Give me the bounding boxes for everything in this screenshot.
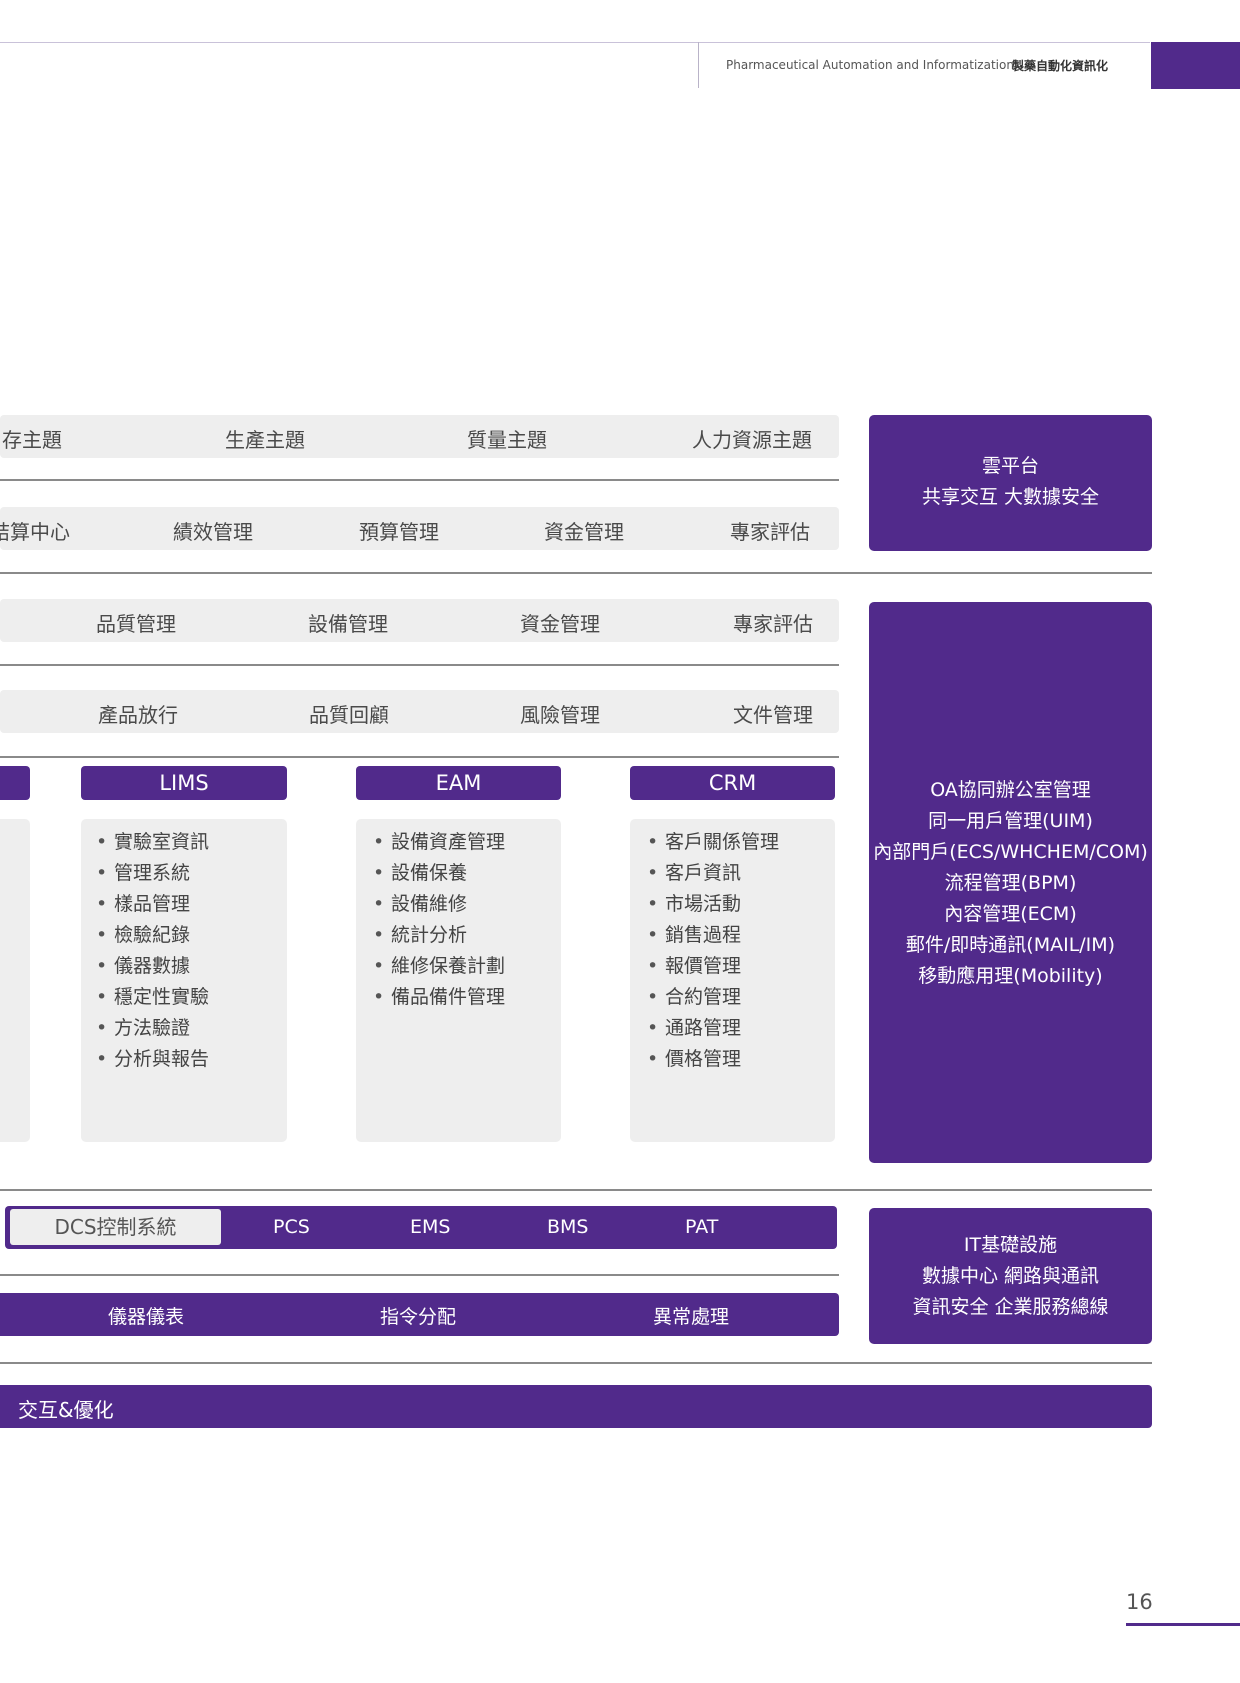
oa-line-6: 郵件/即時通訊(MAIL/IM) xyxy=(905,934,1116,956)
list-item: 維修保養計劃 xyxy=(373,951,561,982)
oa-line-2: 同一用戶管理(UIM) xyxy=(928,810,1093,832)
it-infrastructure-panel: IT基礎設施 數據中心 網路與通訊 資訊安全 企業服務總線 xyxy=(869,1208,1152,1344)
ems-label: EMS xyxy=(410,1216,451,1238)
list-item: 報價管理 xyxy=(647,951,835,982)
eam-box: 設備資產管理 設備保養 設備維修 統計分析 維修保養計劃 備品備件管理 xyxy=(356,819,561,1142)
cutoff-system-header xyxy=(0,766,30,800)
header-separator xyxy=(698,42,699,88)
product-release: 產品放行 xyxy=(98,703,178,727)
divider-2 xyxy=(0,572,1152,574)
it-line-2: 數據中心 網路與通訊 xyxy=(921,1265,1100,1287)
lims-box: 實驗室資訊 管理系統 樣品管理 檢驗紀錄 儀器數據 穩定性實驗 方法驗證 分析與… xyxy=(81,819,287,1142)
oa-line-1: OA協同辦公室管理 xyxy=(930,779,1091,801)
quality-funds-mgmt: 資金管理 xyxy=(520,612,600,636)
cutoff-system-box xyxy=(0,819,30,1142)
list-item: 儀器數據 xyxy=(96,951,287,982)
mgmt-expert-eval: 專家評估 xyxy=(730,520,810,544)
dcs-control-system: DCS控制系統 xyxy=(10,1209,221,1245)
list-item: 設備保養 xyxy=(373,858,561,889)
pcs-label: PCS xyxy=(273,1216,310,1238)
list-item: 銷售過程 xyxy=(647,920,835,951)
list-item: 市場活動 xyxy=(647,889,835,920)
interaction-optimization-label: 交互&優化 xyxy=(18,1398,114,1422)
list-item: 檢驗紀錄 xyxy=(96,920,287,951)
header-chinese-title: 製藥自動化資訊化 xyxy=(1012,59,1109,73)
quality-review: 品質回顧 xyxy=(309,703,389,727)
list-item: 實驗室資訊 xyxy=(96,827,287,858)
pat-label: PAT xyxy=(685,1216,719,1238)
exception-handling-label: 異常處理 xyxy=(653,1306,730,1328)
it-line-3: 資訊安全 企業服務總線 xyxy=(912,1296,1109,1318)
header-english-title: Pharmaceutical Automation and Informatiz… xyxy=(726,58,1014,72)
cloud-title: 雲平台 xyxy=(981,455,1039,477)
oa-panel: OA協同辦公室管理 同一用戶管理(UIM) 內部門戶(ECS/WHCHEM/CO… xyxy=(869,602,1152,1163)
list-item: 合約管理 xyxy=(647,982,835,1013)
divider-4 xyxy=(0,756,839,758)
crm-header: CRM xyxy=(630,766,835,800)
mgmt-settlement-center: 結算中心 xyxy=(0,520,70,544)
list-item: 客戶資訊 xyxy=(647,858,835,889)
quality-mgmt: 品質管理 xyxy=(96,612,176,636)
oa-line-4: 流程管理(BPM) xyxy=(944,872,1077,894)
list-item: 管理系統 xyxy=(96,858,287,889)
command-dispatch-label: 指令分配 xyxy=(380,1306,457,1328)
divider-7 xyxy=(0,1362,1152,1364)
list-item: 價格管理 xyxy=(647,1044,835,1075)
header-accent-block xyxy=(1151,42,1240,89)
crm-box: 客戶關係管理 客戶資訊 市場活動 銷售過程 報價管理 合約管理 通路管理 價格管… xyxy=(630,819,835,1142)
mgmt-funds: 資金管理 xyxy=(544,520,624,544)
bms-label: BMS xyxy=(547,1216,589,1238)
divider-3 xyxy=(0,664,839,666)
theme-hr: 人力資源主題 xyxy=(692,428,812,452)
quality-expert-eval: 專家評估 xyxy=(733,612,813,636)
it-title: IT基礎設施 xyxy=(963,1234,1058,1256)
mgmt-budget: 預算管理 xyxy=(359,520,439,544)
equipment-mgmt: 設備管理 xyxy=(308,612,388,636)
cloud-subtitle: 共享交互 大數據安全 xyxy=(921,486,1100,508)
divider-1 xyxy=(0,479,839,481)
oa-line-3: 內部門戶(ECS/WHCHEM/COM) xyxy=(873,841,1148,863)
list-item: 分析與報告 xyxy=(96,1044,287,1075)
list-item: 備品備件管理 xyxy=(373,982,561,1013)
list-item: 通路管理 xyxy=(647,1013,835,1044)
list-item: 客戶關係管理 xyxy=(647,827,835,858)
risk-mgmt: 風險管理 xyxy=(520,703,600,727)
list-item: 設備資產管理 xyxy=(373,827,561,858)
document-mgmt: 文件管理 xyxy=(733,703,813,727)
page-number-underline xyxy=(1126,1623,1240,1626)
header-rule xyxy=(0,42,1150,43)
list-item: 方法驗證 xyxy=(96,1013,287,1044)
lims-header: LIMS xyxy=(81,766,287,800)
list-item: 設備維修 xyxy=(373,889,561,920)
theme-production: 生產主題 xyxy=(225,428,305,452)
theme-inventory: 存主題 xyxy=(2,428,62,452)
interaction-optimization-bar xyxy=(0,1385,1152,1428)
oa-line-7: 移動應用理(Mobility) xyxy=(918,965,1103,987)
oa-line-5: 內容管理(ECM) xyxy=(944,903,1077,925)
eam-header: EAM xyxy=(356,766,561,800)
divider-5 xyxy=(0,1189,1152,1191)
list-item: 樣品管理 xyxy=(96,889,287,920)
page-number: 16 xyxy=(1126,1590,1153,1614)
mgmt-performance: 績效管理 xyxy=(173,520,253,544)
theme-quality: 質量主題 xyxy=(467,428,547,452)
instrumentation-label: 儀器儀表 xyxy=(108,1306,185,1328)
divider-6 xyxy=(0,1274,839,1276)
cloud-platform-panel: 雲平台 共享交互 大數據安全 xyxy=(869,415,1152,551)
list-item: 穩定性實驗 xyxy=(96,982,287,1013)
list-item: 統計分析 xyxy=(373,920,561,951)
